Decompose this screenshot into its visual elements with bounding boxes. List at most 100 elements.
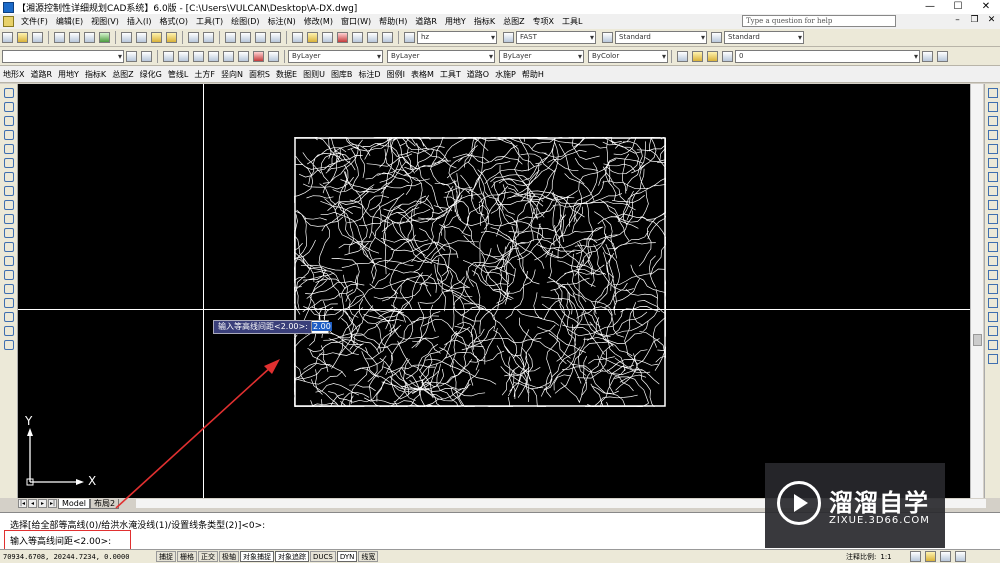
tb3-table[interactable]: 表格M [408, 69, 437, 80]
cross-tool-icon[interactable] [178, 50, 189, 62]
ellipse-icon[interactable] [4, 214, 14, 224]
document-icon[interactable] [3, 16, 14, 27]
design-center-icon[interactable] [307, 32, 318, 43]
clean-screen-icon[interactable] [954, 551, 966, 562]
tb3-index[interactable]: 指标K [82, 69, 109, 80]
drawing-canvas[interactable]: 输入等高线间距<2.00>: 2.00 Y X [18, 84, 970, 498]
layer-freeze-icon[interactable] [707, 50, 718, 62]
menu-insert[interactable]: 插入(I) [123, 16, 156, 27]
menu-file[interactable]: 文件(F) [17, 16, 52, 27]
copy-icon[interactable] [136, 32, 147, 43]
layer-states-icon[interactable] [937, 50, 948, 62]
lineweight-combo[interactable]: ByLayer [499, 49, 584, 63]
bring-front-icon[interactable] [988, 340, 998, 350]
minimize-button[interactable]: — [916, 0, 944, 14]
tb3-earthwork[interactable]: 土方F [191, 69, 218, 80]
print-preview-icon[interactable] [69, 32, 80, 43]
tab-prev-icon[interactable]: ◂ [28, 499, 37, 508]
rotate-icon[interactable] [988, 172, 998, 182]
tab-first-icon[interactable]: |◂ [18, 499, 27, 508]
break-icon[interactable] [988, 256, 998, 266]
menu-draw[interactable]: 绘图(D) [227, 16, 263, 27]
copy-object-icon[interactable] [988, 102, 998, 112]
zoom-window-icon[interactable] [255, 32, 266, 43]
layer-previous-icon[interactable] [141, 50, 152, 62]
table-style-icon[interactable] [711, 32, 722, 43]
lineweight-toggle[interactable]: 线宽 [358, 551, 379, 562]
layer-on-icon[interactable] [692, 50, 703, 62]
lock-icon[interactable] [939, 551, 951, 562]
menu-tools[interactable]: 工具(T) [192, 16, 227, 27]
region-icon[interactable] [4, 312, 14, 322]
menu-tools-l[interactable]: 工具L [558, 16, 586, 27]
menu-dimension[interactable]: 标注(N) [264, 16, 300, 27]
tb3-legend[interactable]: 图例I [384, 69, 408, 80]
tool-palettes-icon[interactable] [322, 32, 333, 43]
explode-icon[interactable] [988, 312, 998, 322]
tb3-water[interactable]: 水施P [492, 69, 519, 80]
ortho-toggle[interactable]: 正交 [198, 551, 218, 562]
rectangle-icon[interactable] [4, 144, 14, 154]
new-file-icon[interactable] [2, 32, 13, 43]
plotstyle-combo[interactable]: ByColor [588, 49, 668, 63]
menu-landuse[interactable]: 用地Y [441, 16, 470, 27]
tb3-help[interactable]: 帮助H [519, 69, 547, 80]
circle-snap-icon[interactable] [223, 50, 234, 62]
doc-minimize-button[interactable]: – [949, 14, 966, 28]
workspace-combo[interactable] [2, 49, 124, 63]
tab-model[interactable]: Model [58, 498, 91, 509]
menu-special[interactable]: 专项X [529, 16, 558, 27]
redo-icon[interactable] [203, 32, 214, 43]
tab-last-icon[interactable]: ▸| [48, 499, 57, 508]
color-combo[interactable]: ByLayer [288, 49, 383, 63]
tb3-drawing-rules[interactable]: 图则U [300, 69, 328, 80]
line-tool-icon[interactable] [163, 50, 174, 62]
line-icon[interactable] [4, 88, 14, 98]
mirror-icon[interactable] [988, 116, 998, 126]
cut-icon[interactable] [121, 32, 132, 43]
tb3-area[interactable]: 面积S [246, 69, 273, 80]
node-snap-icon[interactable] [253, 50, 264, 62]
doc-close-button[interactable]: ✕ [983, 14, 1000, 28]
arc-icon[interactable] [4, 158, 14, 168]
close-button[interactable]: ✕ [972, 0, 1000, 14]
undo-icon[interactable] [188, 32, 199, 43]
save-icon[interactable] [32, 32, 43, 43]
draw-order-icon[interactable] [988, 326, 998, 336]
paste-icon[interactable] [151, 32, 162, 43]
point-icon[interactable] [4, 270, 14, 280]
tb3-tools[interactable]: 工具T [437, 69, 464, 80]
dim-style-icon[interactable] [602, 32, 613, 43]
font-icon[interactable] [503, 32, 514, 43]
tb3-annotate[interactable]: 标注D [355, 69, 383, 80]
tb3-pipeline[interactable]: 管线L [165, 69, 191, 80]
menu-window[interactable]: 窗口(W) [337, 16, 375, 27]
layer-combo[interactable]: 0 [735, 49, 920, 63]
send-back-icon[interactable] [988, 354, 998, 364]
polygon-icon[interactable] [4, 130, 14, 140]
spline-icon[interactable] [4, 200, 14, 210]
perpendicular-icon[interactable] [193, 50, 204, 62]
help-search-input[interactable]: Type a question for help [742, 15, 896, 27]
text-style-combo[interactable]: hz [417, 31, 497, 44]
make-current-layer-icon[interactable] [922, 50, 933, 62]
zoom-previous-icon[interactable] [270, 32, 281, 43]
tb3-vertical[interactable]: 竖向N [218, 69, 246, 80]
publish-icon[interactable] [84, 32, 95, 43]
tb3-library[interactable]: 图库B [328, 69, 356, 80]
center-snap-icon[interactable] [238, 50, 249, 62]
move-icon[interactable] [988, 158, 998, 168]
extend-icon[interactable] [988, 228, 998, 238]
trim-icon[interactable] [988, 214, 998, 224]
scroll-thumb[interactable] [973, 334, 982, 346]
vertical-scrollbar[interactable] [970, 84, 983, 498]
properties-icon[interactable] [292, 32, 303, 43]
scale-icon[interactable] [988, 186, 998, 196]
linetype-combo[interactable]: ByLayer [387, 49, 495, 63]
tb3-siteplan[interactable]: 总图Z [109, 69, 136, 80]
osnap-toggle[interactable]: 对象捕捉 [240, 551, 274, 562]
tb3-terrain[interactable]: 地形X [0, 69, 27, 80]
hatch-icon[interactable] [4, 284, 14, 294]
calculator-icon[interactable] [367, 32, 378, 43]
construction-line-icon[interactable] [4, 102, 14, 112]
